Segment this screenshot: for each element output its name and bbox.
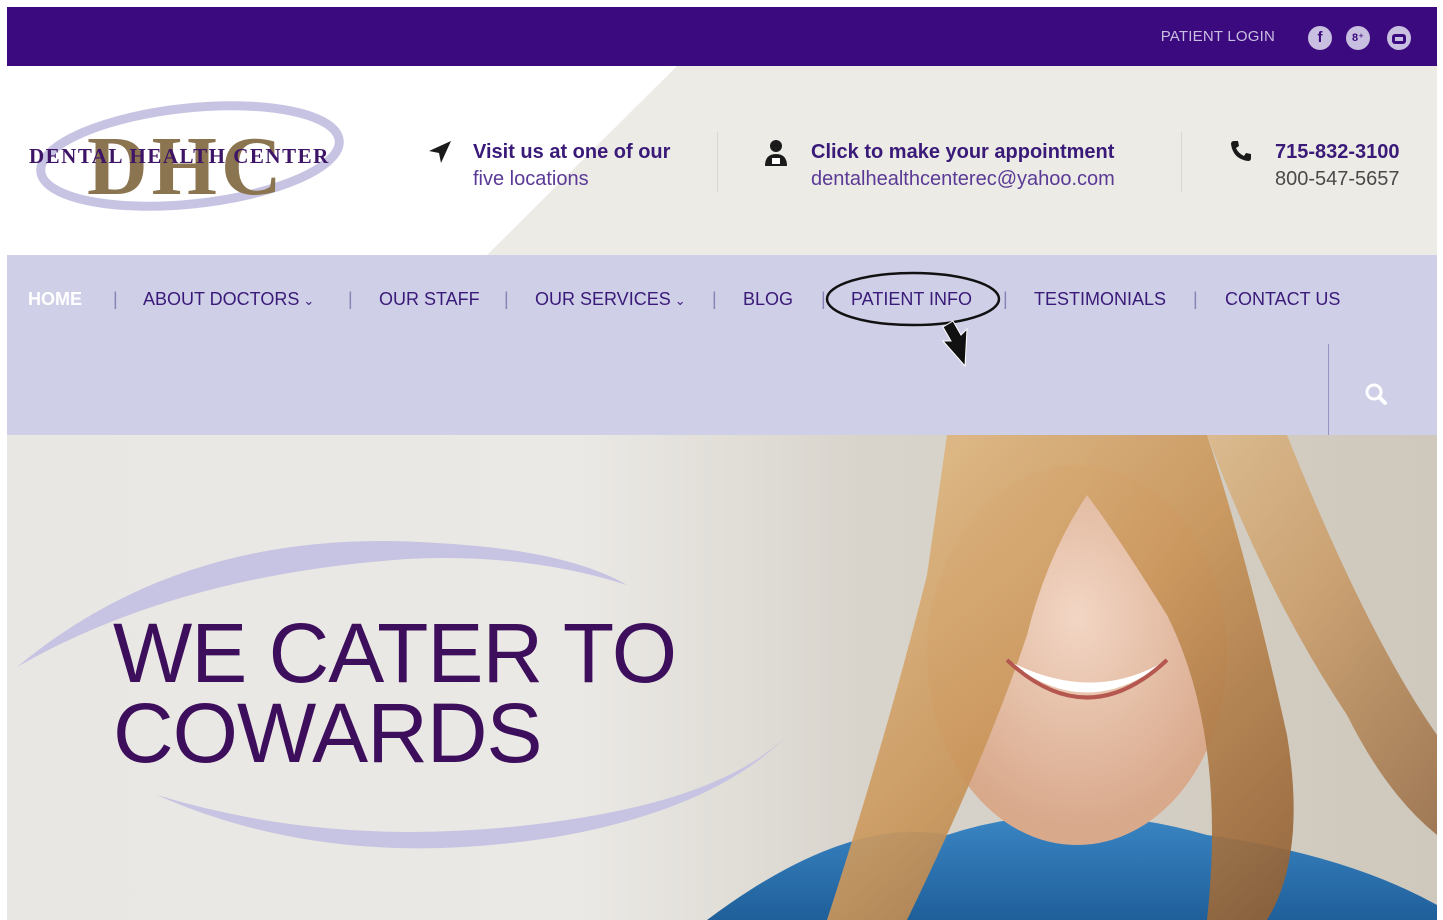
nav-testimonials[interactable]: TESTIMONIALS (1034, 289, 1166, 310)
hero-banner: WE CATER TO COWARDS (7, 435, 1437, 920)
search-divider (1328, 344, 1329, 435)
top-bar: PATIENT LOGIN f 8⁺ (7, 7, 1437, 66)
phone-link[interactable]: 715-832-3100 800-547-5657 (1275, 139, 1400, 193)
nav-home[interactable]: HOME (28, 289, 82, 310)
youtube-icon[interactable] (1387, 26, 1411, 50)
nav-separator: | (504, 289, 509, 309)
hero-headline-line1: WE CATER TO (113, 606, 677, 700)
header-divider (1181, 132, 1182, 192)
locations-subtitle: five locations (473, 168, 589, 190)
site-header: DHC DENTAL HEALTH CENTER Visit us at one… (7, 66, 1437, 255)
appointment-email: dentalhealthcenterec@yahoo.com (811, 168, 1115, 190)
browser-viewport: PATIENT LOGIN f 8⁺ DHC DENTAL HEALTH CEN… (7, 7, 1437, 920)
location-arrow-icon (429, 141, 451, 163)
hero-headline-line2: COWARDS (113, 686, 543, 780)
search-icon[interactable] (1359, 377, 1395, 413)
nav-separator: | (348, 289, 353, 309)
patient-login-link[interactable]: PATIENT LOGIN (1161, 28, 1275, 45)
nav-label: ABOUT DOCTORS (143, 289, 300, 309)
phone-secondary: 800-547-5657 (1275, 168, 1400, 190)
dhc-logo[interactable]: DHC DENTAL HEALTH CENTER (25, 94, 355, 224)
chevron-down-icon: ⌄ (674, 293, 686, 308)
nav-contact-us[interactable]: CONTACT US (1225, 289, 1340, 310)
nav-separator: | (712, 289, 717, 309)
nav-our-staff[interactable]: OUR STAFF (379, 289, 480, 310)
hero-headline: WE CATER TO COWARDS (113, 606, 677, 780)
header-divider (717, 132, 718, 192)
appointment-title: Click to make your appointment (811, 141, 1115, 163)
nav-separator: | (1003, 289, 1008, 309)
nav-separator: | (1193, 289, 1198, 309)
facebook-icon[interactable]: f (1308, 26, 1332, 50)
locations-link[interactable]: Visit us at one of our five locations (473, 139, 670, 193)
phone-icon (1231, 141, 1251, 161)
nav-our-services[interactable]: OUR SERVICES ⌄ (535, 289, 686, 310)
nav-separator: | (821, 289, 826, 309)
chevron-down-icon: ⌄ (303, 293, 315, 308)
locations-title: Visit us at one of our (473, 141, 671, 163)
nav-separator: | (113, 289, 118, 309)
youtube-glyph (1392, 34, 1406, 44)
google-plus-icon[interactable]: 8⁺ (1346, 26, 1370, 50)
doctor-icon (765, 140, 787, 166)
main-navigation: HOME | ABOUT DOCTORS ⌄ | OUR STAFF | OUR … (7, 255, 1437, 435)
nav-about-doctors[interactable]: ABOUT DOCTORS ⌄ (143, 289, 314, 310)
nav-patient-info[interactable]: PATIENT INFO (851, 289, 972, 310)
nav-label: OUR SERVICES (535, 289, 671, 309)
logo-wordmark: DENTAL HEALTH CENTER (29, 144, 330, 168)
nav-blog[interactable]: BLOG (743, 289, 793, 310)
phone-primary: 715-832-3100 (1275, 141, 1400, 163)
appointment-link[interactable]: Click to make your appointment dentalhea… (811, 139, 1115, 193)
